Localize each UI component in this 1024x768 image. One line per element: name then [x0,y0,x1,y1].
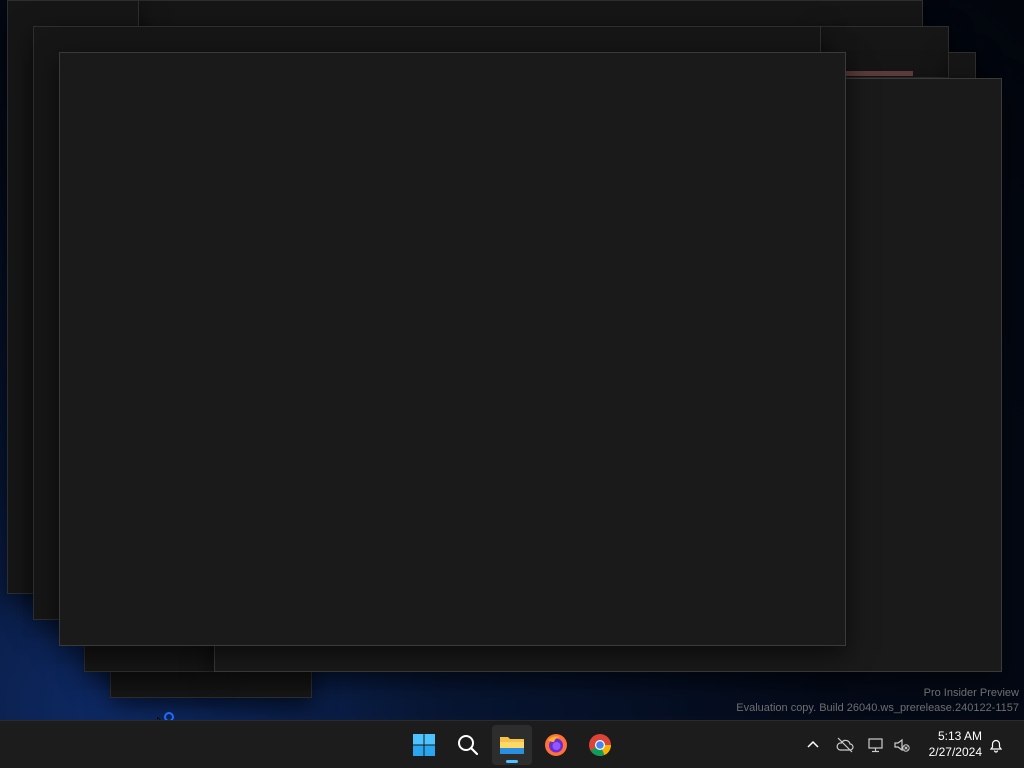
cloud-offline-icon [836,737,854,753]
window-titlebar-accent [845,71,913,76]
show-hidden-icons-button[interactable] [803,735,823,755]
network-icon [868,738,883,753]
window-front[interactable] [59,52,846,646]
notifications-button[interactable] [986,735,1006,755]
volume-muted-icon [894,738,910,752]
chrome-button[interactable] [580,725,620,765]
windows-logo-icon [413,734,435,756]
window-back-6[interactable] [948,52,976,80]
network-button[interactable] [866,735,886,755]
chrome-icon [589,734,611,756]
clock-date: 2/27/2024 [928,745,982,759]
onedrive-button[interactable] [835,735,855,755]
start-button[interactable] [404,725,444,765]
folder-icon [500,737,524,754]
chevron-up-icon [807,740,819,748]
file-explorer-button[interactable] [492,725,532,765]
firefox-icon [545,734,567,756]
firefox-button[interactable] [536,725,576,765]
watermark-line-1: Pro Insider Preview [923,687,1019,699]
desktop-watermark: Pro Insider Preview Evaluation copy. Bui… [736,686,1019,716]
search-button[interactable] [448,725,488,765]
clock-button[interactable]: 5:13 AM 2/27/2024 [929,728,982,760]
volume-button[interactable] [892,735,912,755]
active-app-indicator [506,760,518,763]
watermark-line-2: Evaluation copy. Build 26040.ws_prerelea… [736,702,1019,714]
search-icon [458,735,479,756]
taskbar: 5:13 AM 2/27/2024 [0,720,1024,768]
clock-time: 5:13 AM [937,729,982,743]
bell-icon [989,739,1003,753]
